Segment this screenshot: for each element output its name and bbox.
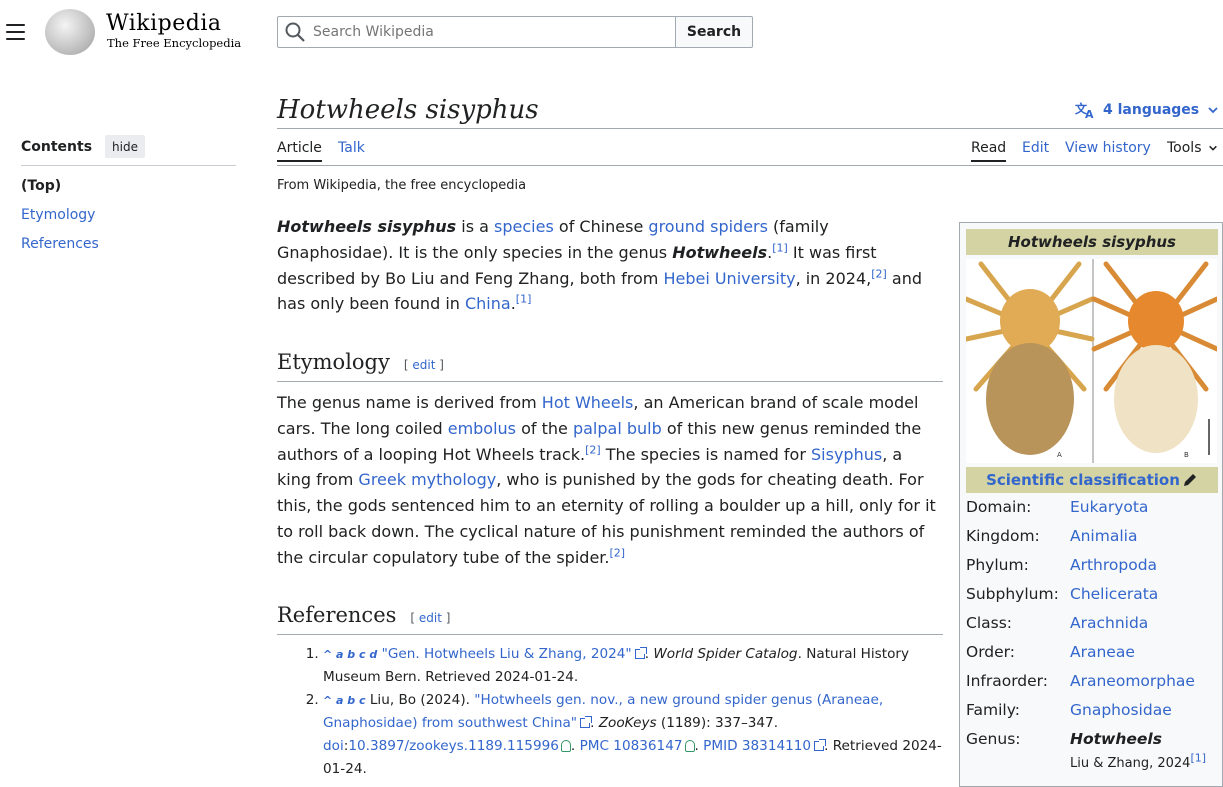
reference-item: ^ a b c d "Gen. Hotwheels Liu & Zhang, 2… <box>323 643 945 689</box>
link-embolus[interactable]: embolus <box>448 419 516 438</box>
search-icon <box>285 22 305 42</box>
language-button[interactable]: 文A 4 languages <box>1075 98 1219 122</box>
backlinks[interactable]: ^ a b c <box>323 694 366 707</box>
edit-section-link[interactable]: edit <box>419 611 442 625</box>
tab-talk[interactable]: Talk <box>338 140 365 156</box>
taxon-row-subphylum: Subphylum: Chelicerata <box>966 585 1159 603</box>
link-greek-mythology[interactable]: Greek mythology <box>358 470 496 489</box>
citation-link[interactable]: [1] <box>1190 752 1206 765</box>
tab-read[interactable]: Read <box>971 140 1007 162</box>
taxobox-title: Hotwheels sisyphus <box>966 229 1218 255</box>
toc-item-etymology[interactable]: Etymology <box>21 207 95 223</box>
link-ground-spiders[interactable]: ground spiders <box>648 217 768 236</box>
taxon-link[interactable]: Eukaryota <box>1070 498 1148 516</box>
pmid-link[interactable]: PMID 38314110 <box>703 738 811 754</box>
link-hot-wheels[interactable]: Hot Wheels <box>542 393 634 412</box>
genus-value: Hotwheels <box>1070 730 1162 748</box>
classification-link[interactable]: Scientific classification <box>986 471 1180 489</box>
taxon-row-infraorder: Infraorder: Araneomorphae <box>966 672 1195 690</box>
title-divider <box>277 128 1223 129</box>
link-hebei-university[interactable]: Hebei University <box>663 269 795 288</box>
taxon-link[interactable]: Gnaphosidae <box>1070 701 1172 719</box>
edit-section-link[interactable]: edit <box>412 358 435 372</box>
tab-view-history[interactable]: View history <box>1065 140 1151 156</box>
wikipedia-globe-logo[interactable] <box>45 9 95 55</box>
toc-item-references[interactable]: References <box>21 236 99 252</box>
toc-hide-button[interactable]: hide <box>105 135 145 158</box>
taxon-link[interactable]: Animalia <box>1070 527 1137 545</box>
open-access-icon <box>684 740 695 752</box>
toc-title: Contents <box>21 139 93 155</box>
page-title: Hotwheels sisyphus <box>277 95 539 125</box>
translate-icon: 文A <box>1075 101 1094 119</box>
tabs-divider <box>277 165 1223 166</box>
wikipedia-wordmark[interactable]: Wikipedia <box>106 11 221 36</box>
tagline: From Wikipedia, the free encyclopedia <box>277 178 527 193</box>
spider-photo[interactable]: A B <box>966 259 1217 463</box>
toc-item-top[interactable]: (Top) <box>21 178 61 194</box>
heading-divider <box>277 381 943 382</box>
citation-link[interactable]: [1] <box>516 293 532 306</box>
search-button[interactable]: Search <box>675 16 753 48</box>
image-label-a: A <box>1057 451 1062 459</box>
heading-divider <box>277 634 943 635</box>
citation-link[interactable]: [2] <box>609 546 625 559</box>
tools-dropdown[interactable]: Tools <box>1167 140 1218 156</box>
pencil-icon[interactable] <box>1182 472 1198 488</box>
doi-link[interactable]: 10.3897/zookeys.1189.115996 <box>348 738 559 754</box>
taxon-link[interactable]: Araneomorphae <box>1070 672 1195 690</box>
scientific-classification-header[interactable]: Scientific classification <box>966 467 1218 493</box>
image-label-b: B <box>1184 451 1189 459</box>
svg-text:A: A <box>1085 108 1094 119</box>
link-sisyphus[interactable]: Sisyphus <box>811 445 882 464</box>
external-link-icon <box>814 739 827 751</box>
etymology-paragraph: The genus name is derived from Hot Wheel… <box>277 393 936 567</box>
taxon-row-kingdom: Kingdom: Animalia <box>966 527 1138 545</box>
spider-specimen-image: A B <box>966 259 1217 463</box>
taxon-row-family: Family: Gnaphosidae <box>966 701 1172 719</box>
citation-link[interactable]: [2] <box>871 267 887 280</box>
taxon-link[interactable]: Araneae <box>1070 643 1135 661</box>
genus-authority: Liu & Zhang, 2024[1] <box>1070 751 1207 771</box>
genus-name-bold: Hotwheels <box>672 242 768 262</box>
reference-item: ^ a b c Liu, Bo (2024). "Hotwheels gen. … <box>323 689 945 781</box>
tools-label: Tools <box>1167 140 1202 156</box>
external-link-icon <box>580 716 593 728</box>
backlinks[interactable]: ^ a b c d <box>323 648 377 661</box>
taxon-row-phylum: Phylum: Arthropoda <box>966 556 1158 574</box>
taxon-link[interactable]: Arthropoda <box>1070 556 1157 574</box>
wikipedia-tagline: The Free Encyclopedia <box>107 36 242 50</box>
pmc-link[interactable]: PMC 10836147 <box>580 738 683 754</box>
intro-paragraph: Hotwheels sisyphus is a species of Chine… <box>277 217 922 314</box>
main-menu-button[interactable] <box>6 24 25 40</box>
chevron-down-icon <box>1208 145 1217 151</box>
heading-references: References[ edit ] <box>277 603 451 627</box>
citation-link[interactable]: [1] <box>772 241 788 254</box>
external-link-icon <box>634 647 647 659</box>
chevron-down-icon <box>1208 107 1218 114</box>
citation-link[interactable]: [2] <box>585 443 601 456</box>
doi-label-link[interactable]: doi <box>323 738 344 754</box>
reference-link[interactable]: "Gen. Hotwheels Liu & Zhang, 2024" <box>382 646 632 662</box>
heading-etymology: Etymology[ edit ] <box>277 350 444 374</box>
search-input[interactable] <box>313 24 663 40</box>
link-species[interactable]: species <box>494 217 554 236</box>
language-count: 4 languages <box>1103 102 1200 118</box>
tab-article[interactable]: Article <box>277 140 322 162</box>
link-palpal-bulb[interactable]: palpal bulb <box>573 419 662 438</box>
taxon-row-class: Class: Arachnida <box>966 614 1149 632</box>
taxon-row-order: Order: Araneae <box>966 643 1135 661</box>
taxon-row-domain: Domain: Eukaryota <box>966 498 1149 516</box>
taxon-row-genus: Genus: Hotwheels <box>966 730 1162 748</box>
species-name-bold: Hotwheels sisyphus <box>277 217 457 236</box>
open-access-icon <box>560 740 571 752</box>
toc-divider <box>21 165 236 166</box>
reference-list: ^ a b c d "Gen. Hotwheels Liu & Zhang, 2… <box>305 643 945 781</box>
link-china[interactable]: China <box>465 294 511 313</box>
tab-edit[interactable]: Edit <box>1022 140 1049 156</box>
taxon-link[interactable]: Arachnida <box>1070 614 1148 632</box>
taxon-link[interactable]: Chelicerata <box>1070 585 1158 603</box>
